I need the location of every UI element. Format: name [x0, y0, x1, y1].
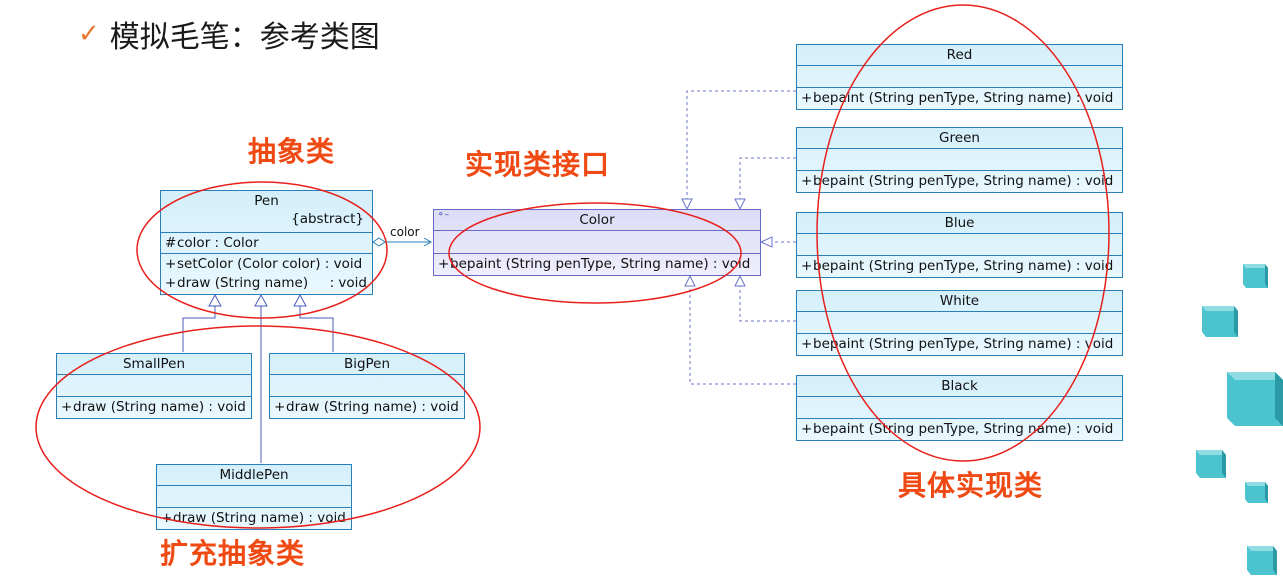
- cube-icon: [1245, 482, 1268, 503]
- cube-icon: [1247, 546, 1277, 575]
- cube-icon: [1243, 264, 1268, 288]
- cube-icon: [1202, 306, 1238, 337]
- cube-icon: [1227, 372, 1283, 426]
- decorative-cubes: [1196, 264, 1283, 575]
- cube-icon: [1196, 450, 1226, 478]
